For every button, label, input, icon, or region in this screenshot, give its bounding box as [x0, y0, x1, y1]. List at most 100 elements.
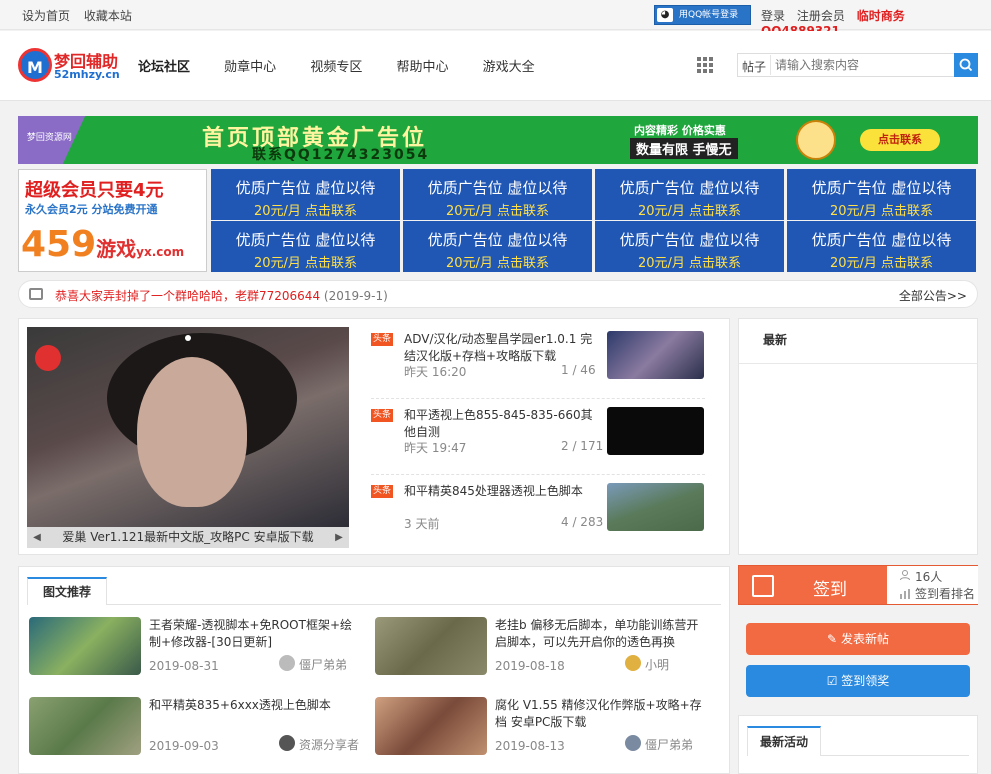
- recommend-title[interactable]: 王者荣耀-透视脚本+免ROOT框架+绘制+修改器-[30日更新]: [149, 617, 359, 651]
- recommend-item[interactable]: 腐化 V1.55 精修汉化作弊版+攻略+存档 安卓PC版下载 2019-08-1…: [375, 697, 705, 767]
- tab-latest-activity[interactable]: 最新活动: [747, 726, 821, 756]
- recommend-title[interactable]: 和平精英835+6xxx透视上色脚本: [149, 697, 359, 714]
- recommend-author[interactable]: 资源分享者: [299, 736, 359, 753]
- banner-contact: 联系QQ1274323054: [252, 147, 430, 163]
- headline-title[interactable]: 和平精英845处理器透视上色脚本: [404, 483, 604, 500]
- headline-tag: 头条: [371, 409, 394, 422]
- banner-corner-tag: 梦回资源网: [18, 116, 86, 164]
- grid-menu-icon[interactable]: [697, 57, 713, 73]
- recommend-thumbnail[interactable]: [29, 617, 141, 675]
- sign-reward-label: 签到领奖: [841, 674, 890, 688]
- top-gold-ad-banner[interactable]: 梦回资源网 首页顶部黄金广告位 联系QQ1274323054 内容精彩 价格实惠…: [18, 116, 978, 164]
- headline-count: 2 / 171: [561, 439, 604, 453]
- headline-count: 1 / 46: [561, 363, 596, 377]
- headline-time: 3 天前: [404, 517, 440, 531]
- vip-ad-line2: 永久会员2元 分站免费开通: [25, 203, 158, 216]
- announcement-text[interactable]: 恭喜大家弄封掉了一个群哈哈哈，老群77206644 (2019-9-1): [55, 287, 388, 304]
- announcement-bar: 恭喜大家弄封掉了一个群哈哈哈，老群77206644 (2019-9-1) 全部公…: [18, 280, 978, 308]
- ad-slot[interactable]: 优质广告位 虚位以待 20元/月 点击联系: [595, 221, 784, 272]
- login-link[interactable]: 登录: [761, 9, 785, 23]
- ad-slot[interactable]: 优质广告位 虚位以待 20元/月 点击联系: [787, 169, 976, 220]
- nav-item-games[interactable]: 游戏大全: [483, 56, 535, 75]
- headline-thumbnail[interactable]: [607, 483, 704, 531]
- ad-slot[interactable]: 优质广告位 虚位以待 20元/月 点击联系: [211, 221, 400, 272]
- headline-thumbnail[interactable]: [607, 407, 704, 455]
- nav-item-medals[interactable]: 勋章中心: [224, 56, 276, 75]
- recommend-thumbnail[interactable]: [375, 617, 487, 675]
- recommend-item[interactable]: 老挂b 偏移无后脚本，单功能训练营开启脚本，可以先开启你的透色再换 2019-0…: [375, 617, 705, 687]
- register-link[interactable]: 注册会员: [797, 9, 845, 23]
- new-post-button[interactable]: ✎ 发表新帖: [746, 623, 970, 655]
- recommend-item[interactable]: 王者荣耀-透视脚本+免ROOT框架+绘制+修改器-[30日更新] 2019-08…: [29, 617, 359, 687]
- author-avatar[interactable]: [279, 735, 295, 751]
- headline-item[interactable]: 头条 和平精英845处理器透视上色脚本 3 天前 4 / 283: [371, 475, 705, 551]
- recommend-item[interactable]: 和平精英835+6xxx透视上色脚本 2019-09-03 资源分享者: [29, 697, 359, 767]
- search-icon: [959, 58, 973, 72]
- slider-next-button[interactable]: ▶: [331, 527, 347, 548]
- recommend-thumbnail[interactable]: [29, 697, 141, 755]
- latest-panel: 最新: [738, 318, 978, 555]
- recommend-date: 2019-08-13: [495, 739, 565, 753]
- latest-title: 最新: [763, 333, 788, 347]
- sign-reward-button[interactable]: ☑ 签到领奖: [746, 665, 970, 697]
- bookmark-link[interactable]: 收藏本站: [84, 9, 132, 23]
- author-avatar[interactable]: [279, 655, 295, 671]
- nav-item-video[interactable]: 视频专区: [310, 56, 362, 75]
- author-avatar[interactable]: [625, 735, 641, 751]
- headline-item[interactable]: 头条 ADV/汉化/动态聖昌学园er1.0.1 完结汉化版+存档+攻略版下载 昨…: [371, 323, 705, 399]
- slider-caption[interactable]: 爱巢 Ver1.121最新中文版_攻略PC 安卓版下载: [27, 527, 349, 548]
- sign-in-rank-link[interactable]: 签到看排名: [915, 586, 977, 603]
- ad-slot[interactable]: 优质广告位 虚位以待 20元/月 点击联系: [211, 169, 400, 220]
- recommend-author[interactable]: 僵尸弟弟: [299, 656, 347, 673]
- headline-item[interactable]: 头条 和平透视上色855-845-835-660其他自测 昨天 19:47 2 …: [371, 399, 705, 475]
- headline-title[interactable]: 和平透视上色855-845-835-660其他自测: [404, 407, 604, 441]
- slider-figure-face: [137, 357, 247, 507]
- recommend-author[interactable]: 僵尸弟弟: [645, 736, 693, 753]
- latest-divider: [739, 363, 977, 364]
- main-nav: 论坛社区 勋章中心 视频专区 帮助中心 游戏大全: [138, 56, 565, 75]
- nav-item-help[interactable]: 帮助中心: [396, 56, 448, 75]
- sign-in-label[interactable]: 签到: [813, 575, 847, 600]
- set-home-link[interactable]: 设为首页: [22, 9, 70, 23]
- recommend-author[interactable]: 小明: [645, 656, 669, 673]
- nav-item-forum[interactable]: 论坛社区: [138, 56, 190, 75]
- recommend-title[interactable]: 老挂b 偏移无后脚本，单功能训练营开启脚本，可以先开启你的透色再换: [495, 617, 705, 651]
- recommend-thumbnail[interactable]: [375, 697, 487, 755]
- headline-tag: 头条: [371, 485, 394, 498]
- site-logo[interactable]: M 梦回辅助 52mhzy.cn: [18, 48, 120, 84]
- cartoon-face-icon: [796, 120, 836, 160]
- recommend-date: 2019-08-31: [149, 659, 219, 673]
- search-input[interactable]: [770, 55, 954, 75]
- featured-section: 爱巢 Ver1.121最新中文版_攻略PC 安卓版下载 ◀ ▶ 头条 ADV/汉…: [18, 318, 730, 555]
- banner-cta-button[interactable]: 点击联系: [860, 129, 940, 151]
- qq-login-label: 用QQ帐号登录: [679, 10, 739, 20]
- calendar-icon: [752, 575, 774, 597]
- recommend-title[interactable]: 腐化 V1.55 精修汉化作弊版+攻略+存档 安卓PC版下载: [495, 697, 705, 731]
- search-button[interactable]: [954, 53, 978, 77]
- sign-in-stats: 16人 签到看排名: [887, 566, 978, 604]
- search-category[interactable]: 帖子: [742, 58, 766, 75]
- bar-chart-icon: [900, 589, 910, 599]
- headline-count: 4 / 283: [561, 515, 604, 529]
- tab-picture-recommend[interactable]: 图文推荐: [27, 577, 107, 605]
- headline-thumbnail[interactable]: [607, 331, 704, 379]
- headline-time: 昨天 19:47: [404, 441, 467, 455]
- qq-icon: ◕: [657, 8, 673, 22]
- banner-limited: 数量有限 手慢无: [630, 138, 738, 159]
- sign-in-widget[interactable]: 签到 16人 签到看排名: [738, 565, 978, 605]
- ad-slot[interactable]: 优质广告位 虚位以待 20元/月 点击联系: [595, 169, 784, 220]
- slider-indicator[interactable]: [185, 335, 191, 341]
- recommend-date: 2019-09-03: [149, 739, 219, 753]
- image-slider[interactable]: 爱巢 Ver1.121最新中文版_攻略PC 安卓版下载 ◀ ▶: [27, 327, 349, 548]
- banner-slogan: 内容精彩 价格实惠: [634, 124, 726, 137]
- vip-ad[interactable]: 超级会员只要4元 永久会员2元 分站免费开通 459游戏yx.com: [18, 169, 207, 272]
- ad-slot[interactable]: 优质广告位 虚位以待 20元/月 点击联系: [403, 221, 592, 272]
- all-announcements-link[interactable]: 全部公告>>: [899, 287, 967, 304]
- author-avatar[interactable]: [625, 655, 641, 671]
- slider-prev-button[interactable]: ◀: [29, 527, 45, 548]
- ad-slot[interactable]: 优质广告位 虚位以待 20元/月 点击联系: [403, 169, 592, 220]
- ad-slot-grid: 优质广告位 虚位以待 20元/月 点击联系 优质广告位 虚位以待 20元/月 点击联…: [211, 169, 978, 272]
- ad-slot[interactable]: 优质广告位 虚位以待 20元/月 点击联系: [787, 221, 976, 272]
- headline-title[interactable]: ADV/汉化/动态聖昌学园er1.0.1 完结汉化版+存档+攻略版下载: [404, 331, 604, 365]
- qq-login-button[interactable]: ◕ 用QQ帐号登录: [654, 5, 751, 25]
